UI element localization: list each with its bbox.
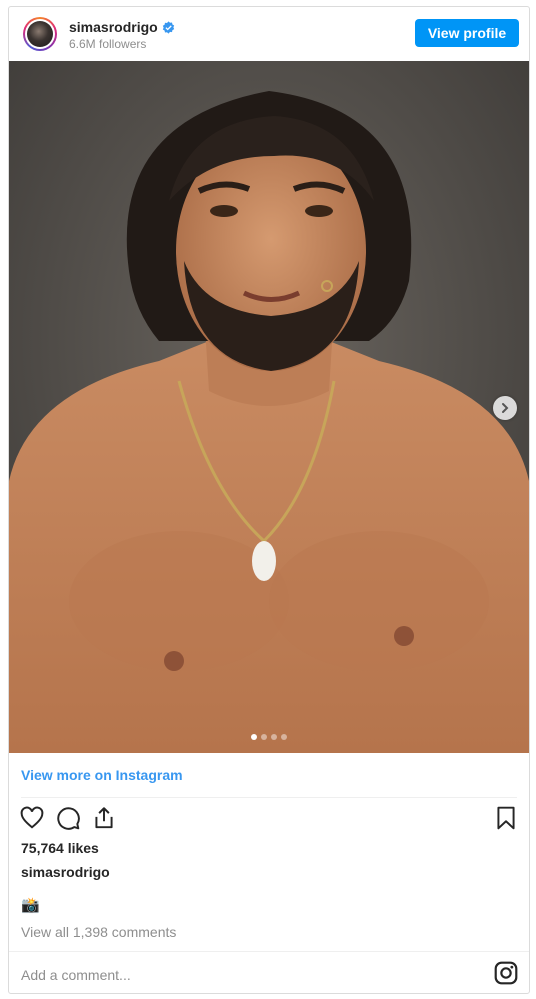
share-icon[interactable] xyxy=(91,805,117,831)
next-slide-button[interactable] xyxy=(493,396,517,420)
view-all-comments-link[interactable]: View all 1,398 comments xyxy=(21,924,176,940)
add-comment-input[interactable]: Add a comment... xyxy=(21,967,131,983)
likes-count[interactable]: 75,764 likes xyxy=(21,840,99,856)
comment-icon[interactable] xyxy=(55,805,81,831)
caption-text: 📸 xyxy=(21,897,40,914)
view-profile-button[interactable]: View profile xyxy=(415,19,519,47)
divider xyxy=(21,797,517,798)
verified-badge-icon xyxy=(162,20,175,34)
post-header: simasrodrigo 6.6M followers View profile xyxy=(9,7,529,61)
carousel-dot xyxy=(271,734,277,740)
username[interactable]: simasrodrigo xyxy=(69,19,158,35)
carousel-dot xyxy=(281,734,287,740)
post-image[interactable] xyxy=(9,61,529,753)
heart-icon[interactable] xyxy=(19,805,45,831)
post-photo-illustration xyxy=(9,61,529,753)
instagram-logo-icon[interactable] xyxy=(493,960,519,986)
username-row: simasrodrigo xyxy=(69,19,175,35)
chevron-right-icon xyxy=(502,403,509,413)
followers-count: 6.6M followers xyxy=(69,37,147,51)
caption-username[interactable]: simasrodrigo xyxy=(21,864,110,880)
carousel-indicator xyxy=(9,734,529,740)
carousel-dot xyxy=(261,734,267,740)
avatar[interactable] xyxy=(23,17,57,51)
action-bar xyxy=(19,805,519,835)
view-more-link[interactable]: View more on Instagram xyxy=(21,767,183,783)
instagram-embed-card: simasrodrigo 6.6M followers View profile xyxy=(8,6,530,994)
carousel-dot-active xyxy=(251,734,257,740)
bookmark-icon[interactable] xyxy=(493,805,519,831)
divider xyxy=(9,951,529,952)
